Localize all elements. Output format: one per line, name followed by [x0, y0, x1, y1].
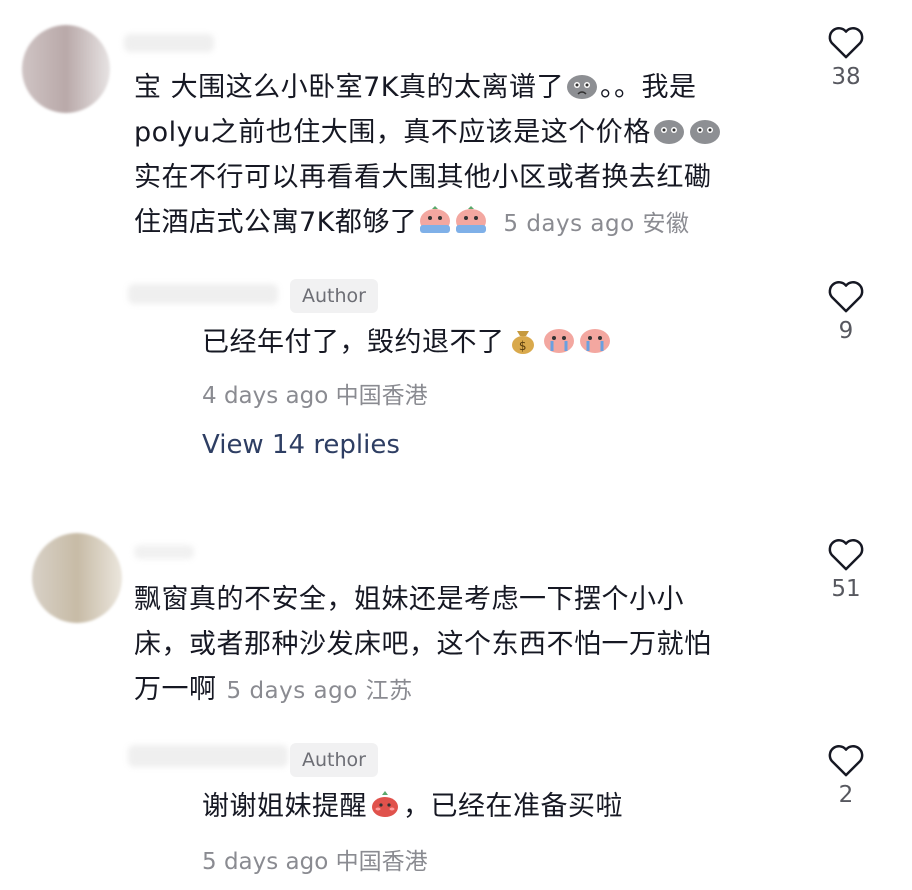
sad-face-emoji-icon [689, 120, 720, 144]
heart-icon [828, 539, 864, 571]
author-badge: Author [290, 279, 378, 313]
money-bag-emoji-icon: $ [511, 331, 534, 354]
blushing-emoji-icon [372, 791, 398, 817]
heart-icon [828, 281, 864, 313]
like-button[interactable]: 51 [816, 538, 876, 602]
crying-emoji-icon [543, 329, 574, 353]
reply-meta: 5 days ago 中国香港 [202, 849, 428, 875]
username-blurred[interactable] [128, 745, 288, 767]
comment-meta: 5 days ago 安徽 [503, 211, 690, 237]
like-count: 9 [838, 318, 854, 344]
like-button[interactable]: 9 [816, 280, 876, 344]
sad-face-emoji-icon [566, 75, 597, 99]
avatar[interactable] [22, 25, 110, 113]
crying-emoji-icon [420, 206, 451, 233]
reply-meta: 4 days ago 中国香港 [202, 383, 428, 409]
comment-meta: 5 days ago 江苏 [226, 678, 413, 704]
comment-line: 宝 大围这么小卧室7K真的太离谱了 。。我是 [134, 72, 697, 103]
like-count: 51 [831, 576, 861, 602]
crying-emoji-icon [456, 206, 487, 233]
svg-text:$: $ [518, 339, 526, 353]
like-count: 2 [838, 782, 854, 808]
avatar[interactable] [32, 533, 122, 623]
comment-text: 宝 大围这么小卧室7K真的太离谱了 。。我是 polyu之前也住大围，真不应该是这… [134, 65, 784, 247]
sad-face-emoji-icon [653, 120, 684, 144]
like-button[interactable]: 38 [816, 26, 876, 90]
username-blurred[interactable] [134, 545, 194, 559]
comment-line: polyu之前也住大围，真不应该是这个价格 [134, 110, 784, 155]
comment-text: 飘窗真的不安全，姐妹还是考虑一下摆个小小 床，或者那种沙发床吧，这个东西不怕一万… [134, 577, 784, 714]
heart-icon [828, 27, 864, 59]
comment-line: 万一啊 5 days ago 江苏 [134, 674, 413, 705]
like-count: 38 [831, 64, 861, 90]
author-badge: Author [290, 743, 378, 777]
view-replies-link[interactable]: View 14 replies [202, 430, 400, 460]
like-button[interactable]: 2 [816, 744, 876, 808]
heart-icon [828, 745, 864, 777]
username-blurred[interactable] [124, 34, 214, 52]
reply-text: 谢谢姐妹提醒 ，已经在准备买啦 [202, 791, 623, 822]
crying-emoji-icon [579, 329, 610, 353]
comment-line: 住酒店式公寓7K都够了 5 days ago 安徽 [134, 206, 690, 238]
comment-line: 飘窗真的不安全，姐妹还是考虑一下摆个小小 [134, 584, 684, 615]
username-blurred[interactable] [128, 284, 278, 304]
comment-line: 实在不行可以再看看大围其他小区或者换去红磡 [134, 162, 712, 193]
reply-text: 已经年付了，毁约退不了 $ [202, 320, 613, 365]
comment-line: 床，或者那种沙发床吧，这个东西不怕一万就怕 [134, 629, 712, 660]
